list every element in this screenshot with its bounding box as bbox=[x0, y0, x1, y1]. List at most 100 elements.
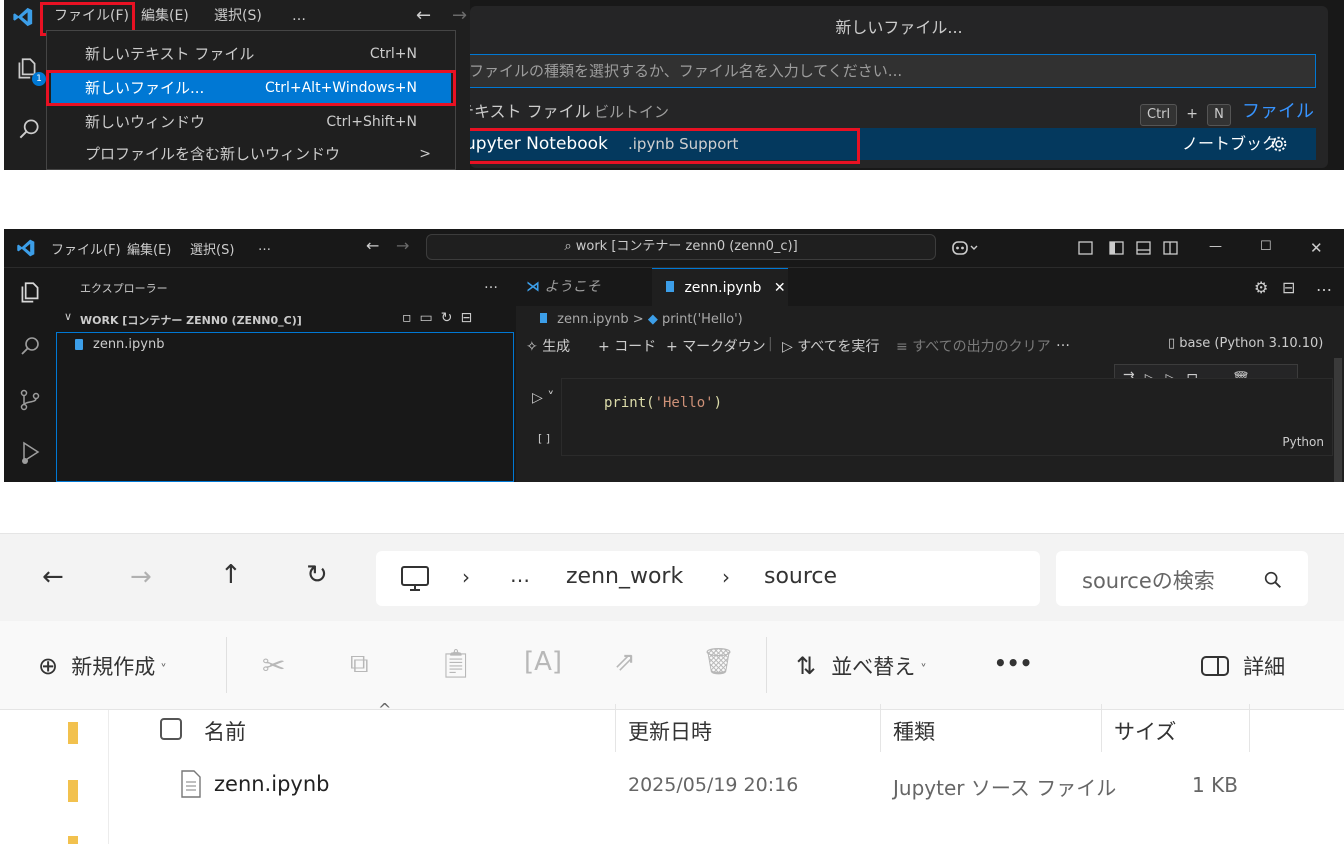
menu-selection[interactable]: 選択(S) bbox=[190, 239, 234, 258]
select-all-checkbox[interactable] bbox=[160, 718, 182, 740]
kernel-picker[interactable]: ▯ base (Python 3.10.10) bbox=[1168, 336, 1323, 351]
menu-file[interactable]: ファイル(F) bbox=[51, 239, 121, 258]
category-label: ノートブック bbox=[1182, 134, 1279, 153]
file-tree: zenn.ipynb bbox=[56, 332, 514, 482]
column-header-size[interactable]: サイズ bbox=[1114, 716, 1176, 746]
more-options-icon[interactable]: ••• bbox=[994, 651, 1032, 675]
menu-edit[interactable]: 編集(E) bbox=[141, 4, 189, 28]
maximize-icon[interactable]: ☐ bbox=[1260, 239, 1272, 254]
column-separator[interactable] bbox=[615, 704, 616, 752]
paste-icon[interactable]: 📋︎ bbox=[438, 647, 474, 680]
toolbar-more-icon[interactable]: … bbox=[1056, 334, 1070, 350]
toolbar-clear-label: すべての出力のクリア bbox=[912, 339, 1051, 355]
back-arrow-icon[interactable]: ← bbox=[366, 236, 379, 255]
copy-icon[interactable]: ⧉ bbox=[350, 649, 369, 680]
forward-arrow-icon[interactable]: → bbox=[396, 236, 409, 255]
quick-pick-input[interactable]: ファイルの種類を選択するか、ファイル名を入力してください... bbox=[470, 54, 1316, 88]
search-icon bbox=[1264, 571, 1281, 588]
search-icon[interactable] bbox=[16, 116, 42, 142]
layout-icons[interactable] bbox=[1078, 240, 1178, 256]
share-icon[interactable]: ⇗ bbox=[614, 647, 636, 677]
run-cell-icon[interactable]: ▷ ˅ bbox=[532, 390, 554, 406]
minimize-icon[interactable]: — bbox=[1209, 239, 1222, 254]
title-bar: ファイル(F) 編集(E) 選択(S) … ← → ⌕ work [コンテナー … bbox=[4, 229, 1344, 268]
chevron-down-icon: ∨ bbox=[64, 310, 73, 323]
cell-language[interactable]: Python bbox=[1282, 435, 1324, 449]
toolbar-clear-outputs[interactable]: ≡ すべての出力のクリア bbox=[896, 336, 1051, 356]
explorer-icon[interactable] bbox=[17, 280, 43, 306]
toolbar-add-code[interactable]: + コード bbox=[598, 336, 656, 356]
breadcrumb-item[interactable]: zenn.ipynb bbox=[557, 312, 628, 327]
kernel-label: base (Python 3.10.10) bbox=[1179, 336, 1324, 351]
rename-icon[interactable]: [A] bbox=[524, 647, 562, 677]
search-box[interactable]: sourceの検索 bbox=[1056, 551, 1308, 606]
breadcrumb-item[interactable]: zenn_work bbox=[566, 564, 683, 589]
vscode-notebook-window: ファイル(F) 編集(E) 選択(S) … ← → ⌕ work [コンテナー … bbox=[4, 229, 1344, 482]
tab-welcome[interactable]: ⋊ ようこそ bbox=[526, 268, 651, 306]
run-debug-icon[interactable] bbox=[18, 440, 42, 466]
column-separator[interactable] bbox=[1249, 704, 1250, 752]
new-button[interactable]: ⊕ 新規作成 ˅ bbox=[38, 651, 167, 681]
notebook-editor: ⋊ ようこそ zenn.ipynb ✕ ⚙ ⊟ … zenn.ipynb > ◆… bbox=[516, 268, 1344, 482]
tab-zenn-ipynb[interactable]: zenn.ipynb ✕ bbox=[652, 268, 788, 306]
delete-icon[interactable]: 🗑︎ bbox=[702, 647, 735, 677]
menu-item-new-text-file[interactable]: 新しいテキスト ファイル Ctrl+N bbox=[51, 39, 451, 69]
quick-pick-item-text-file[interactable]: テキスト ファイル ビルトイン Ctrl + N ファイル bbox=[470, 96, 1316, 128]
column-header-type[interactable]: 種類 bbox=[893, 716, 935, 746]
column-separator[interactable] bbox=[880, 704, 881, 752]
back-arrow-icon[interactable]: ← bbox=[416, 4, 431, 28]
command-center[interactable]: ⌕ work [コンテナー zenn0 (zenn0_c)] bbox=[426, 234, 936, 260]
menu-item-shortcut: Ctrl+N bbox=[369, 46, 417, 62]
menu-item-new-window[interactable]: 新しいウィンドウ Ctrl+Shift+N bbox=[51, 107, 451, 137]
split-editor-icon[interactable]: ⊟ bbox=[1282, 278, 1295, 297]
menu-selection[interactable]: 選択(S) bbox=[214, 4, 262, 28]
file-icon bbox=[181, 770, 201, 798]
folder-icon[interactable] bbox=[68, 780, 78, 802]
copilot-icon[interactable] bbox=[952, 240, 980, 256]
code-paren: ) bbox=[713, 395, 723, 411]
column-separator[interactable] bbox=[1101, 704, 1102, 752]
sort-button[interactable]: ⇅ 並べ替え ˅ bbox=[796, 651, 927, 681]
scrollbar[interactable] bbox=[1334, 358, 1342, 482]
close-tab-icon[interactable]: ✕ bbox=[774, 280, 786, 296]
details-pane-button[interactable]: 詳細 bbox=[1200, 651, 1285, 681]
sidebar-more-icon[interactable]: … bbox=[484, 276, 498, 292]
menu-item-label: 新しいウィンドウ bbox=[85, 113, 206, 131]
address-bar[interactable]: › … zenn_work › source bbox=[376, 551, 1040, 606]
workspace-section-header[interactable]: ∨ WORK [コンテナー ZENN0 (ZENN0_C)] ▫▭↻⊟ bbox=[56, 310, 516, 332]
vscode-file-menu-panel: ファイル(F) 編集(E) 選択(S) … ← → 1 新しいテキスト ファイル… bbox=[4, 0, 470, 170]
breadcrumb-overflow[interactable]: … bbox=[510, 563, 530, 587]
breadcrumb-item[interactable]: print('Hello') bbox=[662, 312, 743, 327]
badge: 1 bbox=[32, 72, 46, 86]
close-window-icon[interactable]: ✕ bbox=[1310, 239, 1323, 257]
column-header-name[interactable]: 名前 bbox=[204, 716, 246, 746]
breadcrumb: zenn.ipynb > ◆ print('Hello') bbox=[540, 312, 743, 327]
forward-arrow-icon[interactable]: → bbox=[130, 562, 152, 592]
up-arrow-icon[interactable]: ↑ bbox=[220, 560, 242, 590]
cell-code: print('Hello') bbox=[604, 395, 722, 411]
more-actions-icon[interactable]: … bbox=[1316, 276, 1332, 295]
toolbar-run-all[interactable]: ▷ すべてを実行 bbox=[782, 336, 879, 356]
menu-more[interactable]: … bbox=[258, 239, 271, 254]
menu-item-new-window-profile[interactable]: プロファイルを含む新しいウィンドウ > bbox=[51, 139, 451, 169]
refresh-icon[interactable]: ↻ bbox=[306, 560, 328, 590]
breadcrumb-item[interactable]: source bbox=[764, 564, 837, 589]
forward-arrow-icon[interactable]: → bbox=[452, 4, 467, 28]
folder-icon[interactable] bbox=[68, 722, 78, 744]
gear-icon[interactable] bbox=[1270, 135, 1288, 153]
cut-icon[interactable]: ✂ bbox=[262, 649, 285, 682]
search-icon[interactable] bbox=[18, 334, 42, 358]
source-control-icon[interactable] bbox=[18, 388, 42, 412]
column-header-modified[interactable]: 更新日時 bbox=[628, 716, 712, 746]
code-cell[interactable]: print('Hello') Python bbox=[561, 378, 1333, 456]
back-arrow-icon[interactable]: ← bbox=[42, 562, 64, 592]
file-name: zenn.ipynb bbox=[93, 337, 165, 352]
explorer-actions-icons[interactable]: ▫▭↻⊟ bbox=[402, 310, 480, 326]
toolbar-add-markdown[interactable]: + マークダウン bbox=[666, 336, 766, 356]
table-row[interactable]: zenn.ipynb 2025/05/19 20:16 Jupyter ソース … bbox=[110, 760, 1344, 810]
gear-icon[interactable]: ⚙ bbox=[1254, 278, 1268, 297]
menu-more[interactable]: … bbox=[292, 4, 306, 28]
code-function: print( bbox=[604, 395, 655, 411]
toolbar-generate[interactable]: ✧ 生成 bbox=[526, 336, 570, 356]
menu-edit[interactable]: 編集(E) bbox=[127, 239, 171, 258]
